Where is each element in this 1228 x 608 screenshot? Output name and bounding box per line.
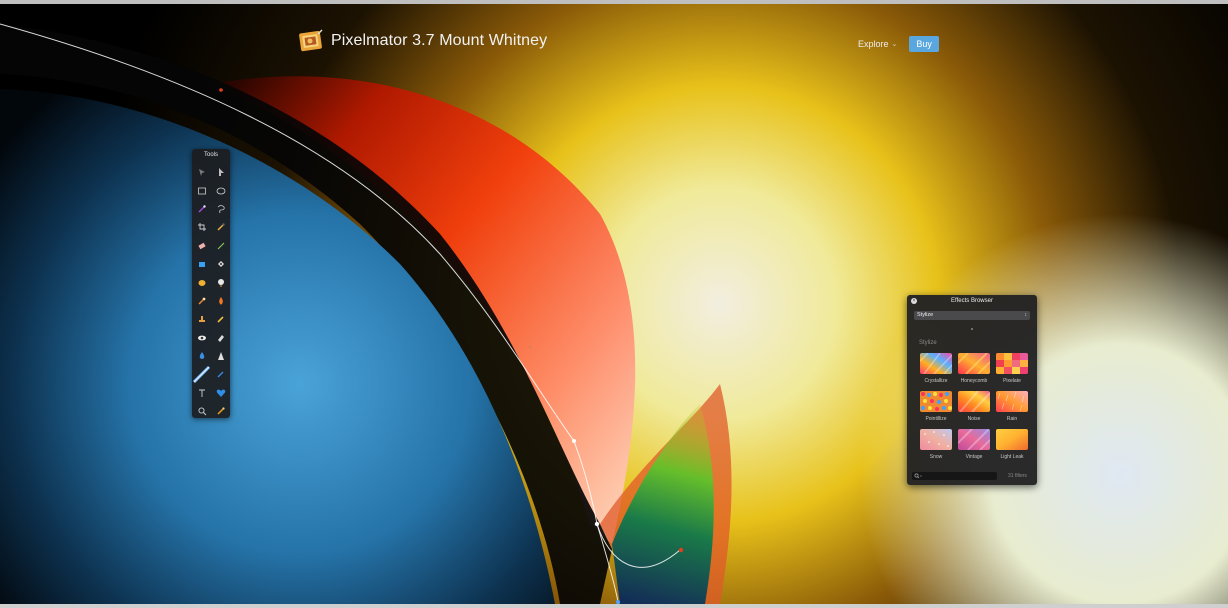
eyedropper-icon[interactable] [211,218,230,236]
effects-browser-header: × Effects Browser [907,295,1037,307]
warp-icon[interactable] [211,402,230,420]
smudge-icon[interactable] [192,292,211,310]
search-icon [914,473,923,478]
effect-label: Light Leak [1000,454,1024,460]
heart-shape-icon[interactable] [211,384,230,402]
eraser-icon[interactable] [192,237,211,255]
blur-icon[interactable] [192,347,211,365]
effect-noise[interactable]: Noise [955,391,993,429]
effect-thumbnail [920,429,952,450]
brand-header: Pixelmator 3.7 Mount Whitney [298,28,547,54]
effect-thumbnail [996,353,1028,374]
collapse-handle[interactable] [971,328,973,330]
effect-label: Pointillize [925,416,947,422]
window-bottom-edge [0,604,1228,608]
ellipse-select-icon[interactable] [211,181,230,199]
tools-title: Tools [203,152,218,158]
effect-label: Honeycomb [960,378,988,384]
shape-icon[interactable] [192,273,211,291]
effect-honeycomb[interactable]: Honeycomb [955,353,993,391]
red-eye-icon[interactable] [192,329,211,347]
effects-grid: Crystallize Honeycomb Pixelate Pointilli… [917,353,1031,467]
effect-light-leak[interactable]: Light Leak [993,429,1031,467]
effect-label: Pixelate [1003,378,1021,384]
sharpen-icon[interactable] [211,347,230,365]
effect-pointillize[interactable]: Pointillize [917,391,955,429]
type-icon[interactable] [192,384,211,402]
effect-label: Rain [1006,416,1018,422]
effect-thumbnail [996,391,1028,412]
effect-pixelate[interactable]: Pixelate [993,353,1031,391]
zoom-icon[interactable] [192,402,211,420]
pencil-icon[interactable] [211,310,230,328]
pen-icon[interactable] [192,365,211,384]
effect-thumbnail [920,353,952,374]
effects-category-select[interactable]: Stylize ↕ [914,311,1030,320]
tools-grid [192,161,230,420]
top-nav: Explore ⌄ Buy [858,36,939,52]
effect-rain[interactable]: Rain [993,391,1031,429]
app-title: Pixelmator 3.7 Mount Whitney [331,32,548,49]
magic-wand-icon[interactable] [192,200,211,218]
effects-browser-panel: × Effects Browser Stylize ↕ Stylize Crys… [907,295,1037,485]
lasso-icon[interactable] [211,200,230,218]
buy-button[interactable]: Buy [909,36,939,52]
close-icon[interactable]: × [911,298,917,304]
crop-icon[interactable] [192,218,211,236]
gradient-icon[interactable] [211,255,230,273]
effect-thumbnail [958,353,990,374]
tools-palette: Tools [192,149,230,418]
explore-label: Explore [858,39,889,49]
effects-section-label: Stylize [919,340,937,346]
effect-crystallize[interactable]: Crystallize [917,353,955,391]
effect-label: Snow [929,454,943,460]
stamp-icon[interactable] [192,310,211,328]
effect-label: Vintage [965,454,983,460]
arrange-icon[interactable] [192,163,211,181]
effect-snow[interactable]: Snow [917,429,955,467]
canvas-artwork [0,4,1228,604]
burn-icon[interactable] [211,292,230,310]
move-icon[interactable] [211,163,230,181]
brush-icon[interactable] [211,237,230,255]
effect-thumbnail [958,391,990,412]
effect-vintage[interactable]: Vintage [955,429,993,467]
sponge-icon[interactable] [211,329,230,347]
pixelmator-logo [298,28,324,54]
effects-search-input[interactable] [912,471,997,480]
effects-category-value: Stylize [917,312,934,318]
effects-browser-title: Effects Browser [951,298,993,304]
paint-bucket-icon[interactable] [192,255,211,273]
effects-footer: 31 filters [912,471,1032,480]
rect-select-icon[interactable] [192,181,211,199]
clone-icon[interactable] [211,273,230,291]
updown-chevron-icon: ↕ [1024,312,1028,318]
effect-label: Crystallize [924,378,948,384]
effect-thumbnail [920,391,952,412]
effect-label: Noise [967,416,981,422]
effect-thumbnail [996,429,1028,450]
effect-thumbnail [958,429,990,450]
freeform-pen-icon[interactable] [211,365,230,383]
filter-count: 31 filters [1008,472,1027,479]
chevron-down-icon: ⌄ [891,41,898,48]
explore-menu[interactable]: Explore ⌄ [858,39,897,49]
